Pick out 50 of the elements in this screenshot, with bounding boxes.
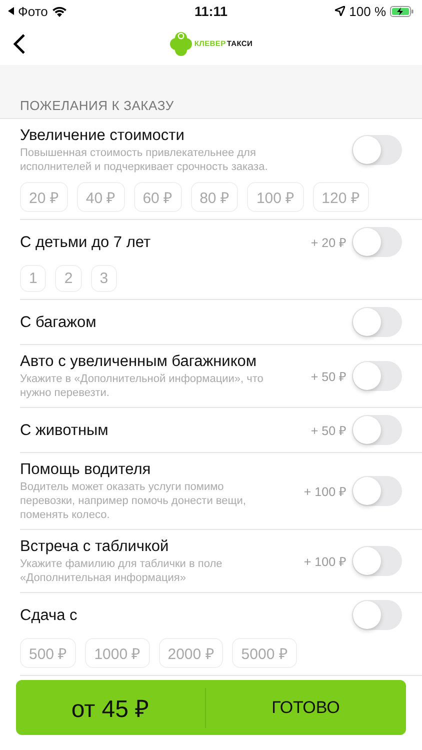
battery-percent: 100 % — [349, 4, 386, 18]
option-title: Встреча с табличкой — [20, 537, 170, 556]
amount-chip[interactable]: 20 ₽ — [20, 182, 68, 212]
option-title: С животным — [20, 420, 110, 440]
option-price: + 50 ₽ — [310, 368, 346, 384]
price-label: от 45 ₽ — [71, 696, 150, 723]
section-title: ПОЖЕЛАНИЯ К ЗАКАЗУ — [20, 98, 174, 113]
clock-time: 11:11 — [194, 4, 228, 18]
amount-chip[interactable]: 500 ₽ — [20, 638, 76, 668]
toggle-switch[interactable] — [352, 135, 402, 165]
amount-chip[interactable]: 1000 ₽ — [85, 638, 150, 668]
back-triangle-icon[interactable] — [8, 7, 14, 15]
toggle-switch[interactable] — [352, 307, 402, 337]
amount-chip[interactable]: 2000 ₽ — [158, 638, 224, 668]
option-price: + 100 ₽ — [304, 484, 346, 500]
back-chevron-icon[interactable] — [12, 32, 26, 54]
option-title: С багажом — [20, 312, 98, 332]
option-price: + 50 ₽ — [310, 422, 346, 438]
option-description: Повышенная стоимость привлекательнее для исполнителей и подчеркивает срочность заказа. — [20, 146, 269, 174]
done-button[interactable]: ГОТОВО — [206, 680, 406, 735]
amount-chip[interactable]: 40 ₽ — [76, 182, 125, 212]
amount-chip[interactable]: 100 ₽ — [247, 182, 304, 212]
amount-chip[interactable]: 2 — [55, 265, 82, 292]
amount-chip[interactable]: 3 — [90, 265, 118, 292]
toggle-switch[interactable] — [352, 361, 402, 391]
toggle-switch[interactable] — [352, 227, 402, 257]
toggle-switch[interactable] — [352, 476, 402, 506]
amount-chip[interactable]: 60 ₽ — [134, 182, 182, 212]
option-price: + 20 ₽ — [310, 234, 346, 250]
back-app-label[interactable]: Фото — [18, 4, 48, 18]
option-title: Помощь водителя — [20, 460, 152, 479]
option-title: Сдача с — [20, 606, 78, 624]
location-arrow-icon — [335, 6, 346, 16]
option-description: Водитель может оказать услуги помимо перевозки, например помочь донести вещи, поменять колесо. — [20, 480, 247, 522]
option-price: + 100 ₽ — [304, 554, 346, 570]
battery-charging-icon — [390, 6, 414, 16]
amount-chip[interactable]: 80 ₽ — [190, 182, 238, 212]
toggle-switch[interactable] — [352, 600, 402, 630]
option-title: Авто с увеличенным багажником — [20, 352, 258, 371]
clover-logo-icon — [169, 30, 194, 56]
amount-chip[interactable]: 5000 ₽ — [232, 638, 297, 668]
option-description: Укажите в «Дополнительной информации», что нужно перевезти. — [20, 372, 264, 400]
option-title: С детьми до 7 лет — [20, 232, 152, 252]
toggle-switch[interactable] — [352, 546, 402, 576]
toggle-switch[interactable] — [352, 415, 402, 445]
option-title: Увеличение стоимости — [20, 126, 186, 145]
amount-chip[interactable]: 1 — [20, 265, 46, 292]
amount-chip[interactable]: 120 ₽ — [312, 182, 369, 212]
option-description: Укажите фамилию для таблички в поле «Дополнительная информация» — [20, 557, 224, 585]
wifi-icon — [52, 6, 67, 16]
